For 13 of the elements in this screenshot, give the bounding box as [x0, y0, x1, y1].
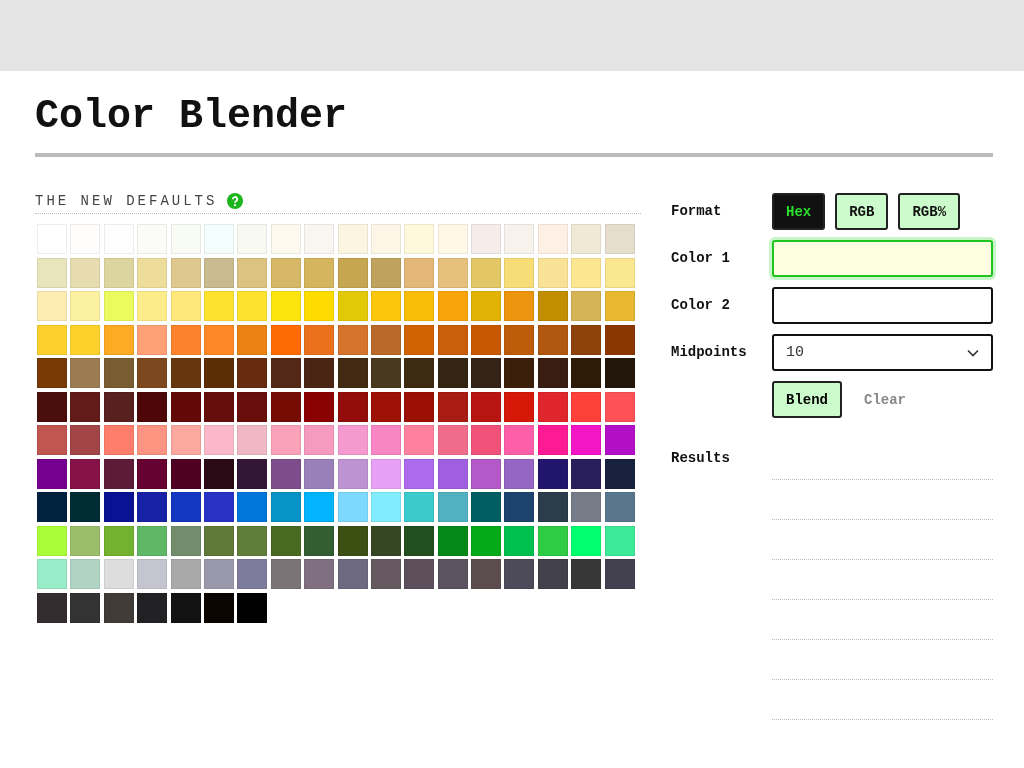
- results-label: Results: [671, 449, 731, 468]
- format-button[interactable]: Hex: [772, 193, 826, 230]
- format-label: Format: [671, 202, 723, 219]
- page-title: Color Blender: [35, 71, 993, 157]
- midpoints-label: Midpoints: [671, 343, 748, 360]
- color-label: Color 1: [671, 249, 731, 266]
- clear-button[interactable]: Clear: [852, 391, 919, 408]
- format-button[interactable]: RGB%: [898, 193, 961, 230]
- blend-button[interactable]: Blend: [772, 381, 842, 418]
- palette-heading: THE NEW DEFAULTS: [35, 193, 218, 209]
- color-label: Color 2: [671, 296, 731, 313]
- format-button[interactable]: RGB: [835, 193, 889, 230]
- midpoints-dropdown[interactable]: 10: [772, 334, 993, 371]
